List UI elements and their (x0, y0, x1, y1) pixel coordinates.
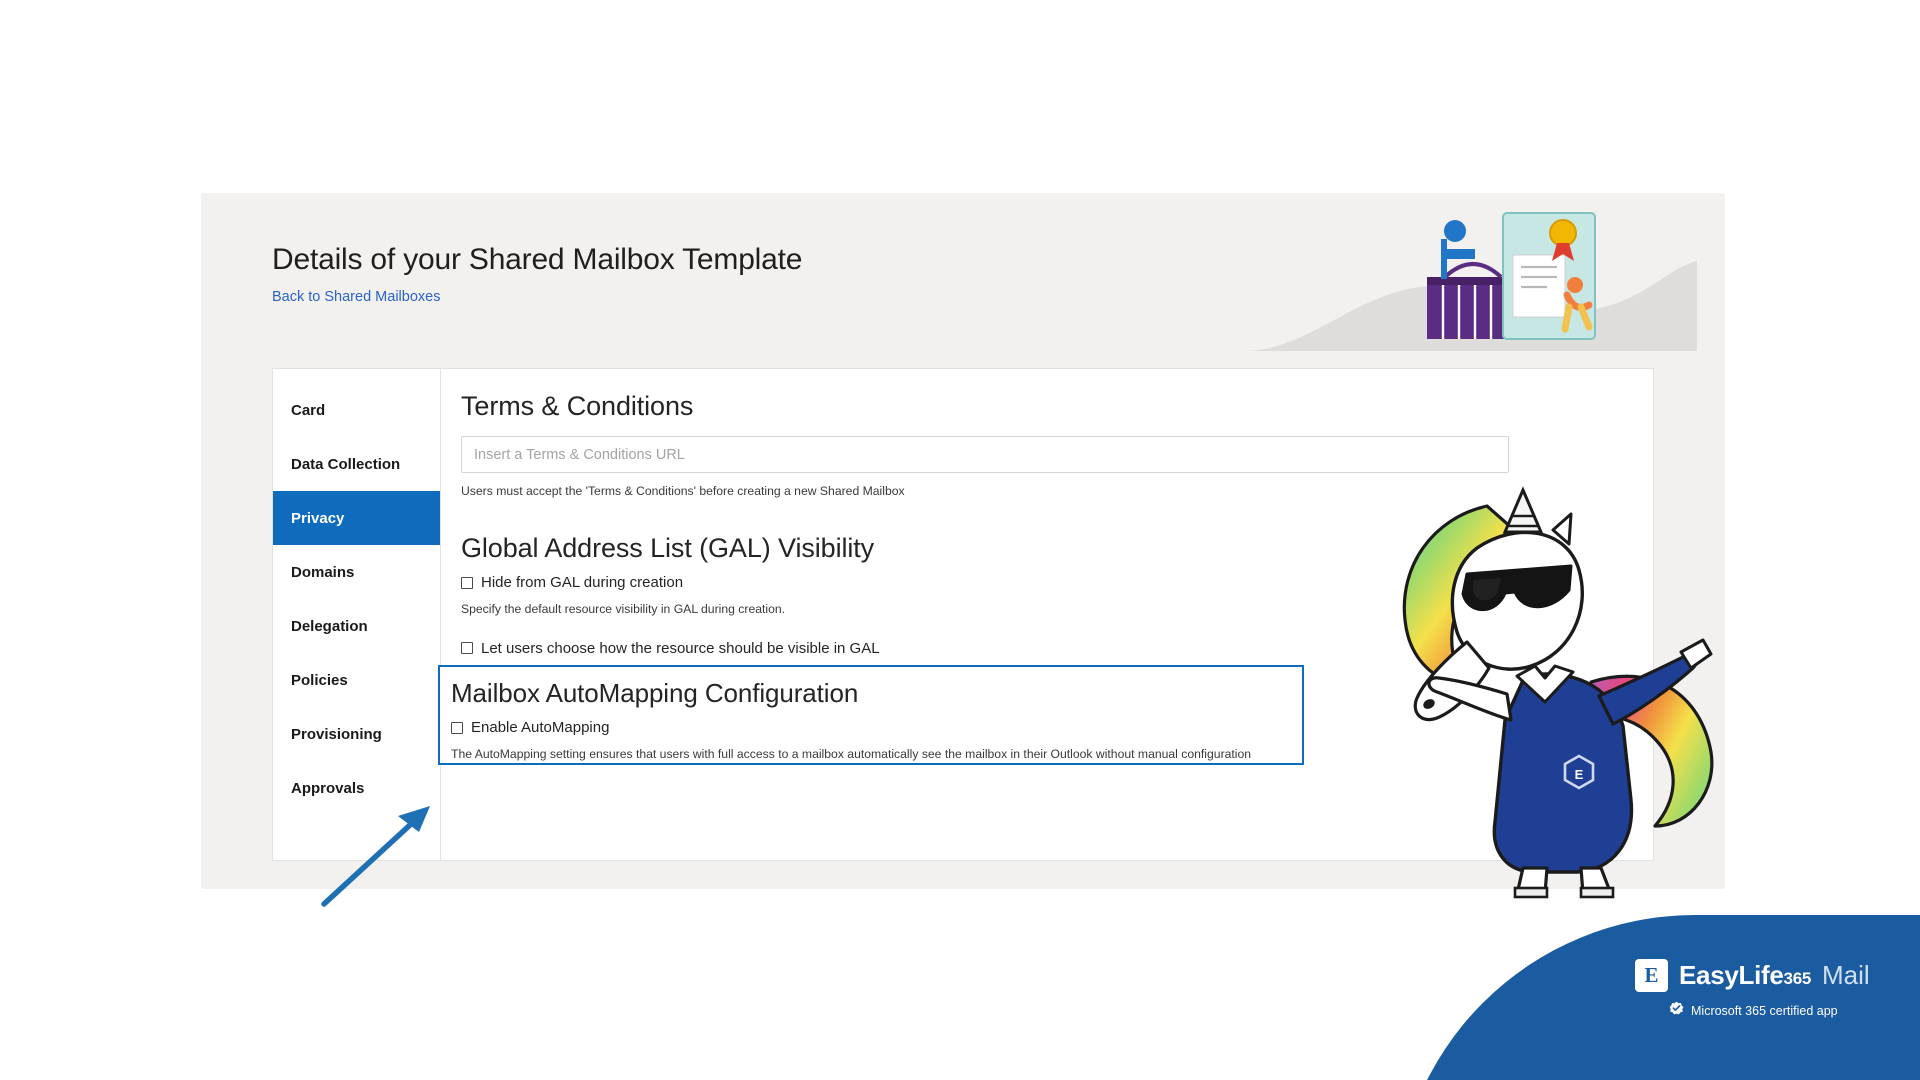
brand-name: EasyLife365 (1679, 960, 1811, 991)
brand-background-shape (1395, 915, 1920, 1080)
sidebar-item-data-collection[interactable]: Data Collection (273, 437, 440, 491)
certified-check-icon (1669, 1001, 1684, 1021)
hero-illustration (1245, 199, 1697, 351)
hide-from-gal-label: Hide from GAL during creation (481, 574, 684, 592)
brand-product-text: Mail (1822, 960, 1870, 990)
brand-name-text: EasyLife (1679, 960, 1784, 990)
sidebar-item-policies[interactable]: Policies (273, 653, 440, 707)
enable-automapping-checkbox[interactable] (451, 721, 463, 734)
hide-from-gal-checkbox[interactable] (461, 576, 473, 589)
sidebar-item-privacy[interactable]: Privacy (273, 491, 440, 545)
easylife-logo-icon: E (1635, 959, 1668, 992)
sidebar-item-delegation[interactable]: Delegation (273, 599, 440, 653)
svg-text:E: E (1575, 767, 1584, 782)
certified-text: Microsoft 365 certified app (1691, 1004, 1838, 1018)
brand-lockup: E EasyLife365 Mail (1635, 959, 1870, 992)
enable-automapping-label: Enable AutoMapping (471, 719, 610, 736)
brand-suite-text: 365 (1783, 969, 1812, 988)
automapping-section-highlight: Mailbox AutoMapping Configuration Enable… (438, 665, 1304, 765)
sidebar-item-domains[interactable]: Domains (273, 545, 440, 599)
sidebar-item-provisioning[interactable]: Provisioning (273, 707, 440, 761)
unicorn-mascot-illustration: E (1355, 470, 1725, 900)
automapping-heading: Mailbox AutoMapping Configuration (451, 678, 859, 708)
enable-automapping-checkbox-row[interactable]: Enable AutoMapping (451, 719, 609, 736)
let-users-choose-gal-checkbox[interactable] (461, 642, 473, 655)
let-users-choose-gal-checkbox-row[interactable]: Let users choose how the resource should… (461, 640, 880, 657)
terms-and-conditions-heading: Terms & Conditions (461, 391, 694, 421)
back-to-shared-mailboxes-link[interactable]: Back to Shared Mailboxes (272, 289, 440, 305)
sidebar-item-card[interactable]: Card (273, 383, 440, 437)
screen-root: Details of your Shared Mailbox Template … (0, 0, 1920, 1080)
hide-from-gal-checkbox-row[interactable]: Hide from GAL during creation (461, 574, 683, 591)
easylife-brand-banner: E EasyLife365 Mail Microsoft 365 certifi… (1395, 915, 1920, 1080)
annotation-arrow (318, 800, 448, 910)
terms-and-conditions-url-input[interactable] (461, 436, 1509, 473)
let-users-choose-gal-label: Let users choose how the resource should… (481, 639, 880, 657)
page-title: Details of your Shared Mailbox Template (272, 243, 803, 276)
automapping-help: The AutoMapping setting ensures that use… (451, 747, 1252, 761)
certified-badge: Microsoft 365 certified app (1669, 1001, 1838, 1021)
settings-sidebar: Card Data Collection Privacy Domains Del… (273, 369, 441, 860)
